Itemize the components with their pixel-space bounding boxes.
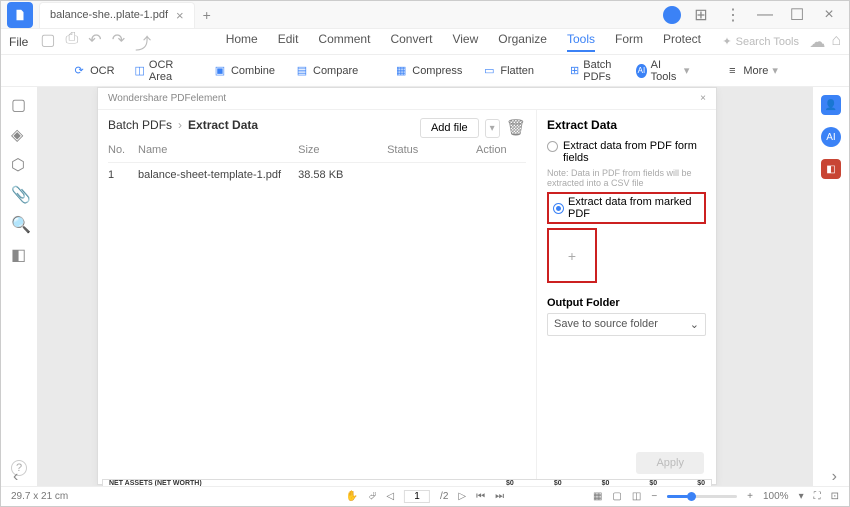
add-tab-button[interactable]: + bbox=[203, 7, 211, 23]
zoom-slider[interactable] bbox=[667, 495, 737, 498]
tab-title: balance-she..plate-1.pdf bbox=[50, 9, 168, 21]
cloud-icon[interactable]: ☁ bbox=[809, 32, 825, 52]
add-file-dropdown-icon[interactable]: ▾ bbox=[485, 119, 500, 138]
fit-width-icon[interactable]: ⛶ bbox=[814, 491, 821, 502]
bookmarks-icon[interactable]: ◈ bbox=[11, 125, 27, 141]
save-icon[interactable]: ▢ bbox=[40, 30, 55, 54]
compare-button[interactable]: ▤Compare bbox=[289, 62, 364, 80]
page-number-input[interactable] bbox=[404, 490, 430, 503]
ai-tools-button[interactable]: AIAI Tools▾ bbox=[630, 57, 695, 85]
document-tab[interactable]: balance-she..plate-1.pdf × bbox=[39, 2, 195, 28]
page-dimensions: 29.7 x 21 cm bbox=[11, 491, 68, 502]
tab-edit[interactable]: Edit bbox=[278, 32, 299, 52]
hand-tool-icon[interactable]: ✋ bbox=[346, 491, 358, 502]
close-window-icon[interactable]: × bbox=[817, 3, 841, 27]
panel-app-name: Wondershare PDFelement bbox=[108, 93, 226, 104]
chevron-down-icon: ⌄ bbox=[690, 318, 699, 331]
add-marked-area-button[interactable]: + bbox=[547, 228, 597, 283]
next-page-arrow-icon[interactable]: › bbox=[832, 468, 837, 486]
maximize-icon[interactable]: ☐ bbox=[785, 3, 809, 27]
tab-tools[interactable]: Tools bbox=[567, 32, 595, 52]
attachments-icon[interactable]: 📎 bbox=[11, 185, 27, 201]
prev-page-arrow-icon[interactable]: ‹ bbox=[13, 468, 18, 486]
print-icon[interactable]: ⎙ bbox=[65, 30, 78, 54]
select-tool-icon[interactable]: ⮰ bbox=[368, 491, 376, 502]
view-mode-2-icon[interactable]: ▢ bbox=[612, 491, 621, 502]
user-avatar[interactable] bbox=[663, 6, 681, 24]
ocr-area-button[interactable]: ◫OCR Area bbox=[129, 57, 183, 85]
extract-section-title: Extract Data bbox=[547, 118, 706, 132]
zoom-out-icon[interactable]: − bbox=[651, 491, 657, 502]
undo-icon[interactable]: ↶ bbox=[88, 30, 101, 54]
tab-convert[interactable]: Convert bbox=[390, 32, 432, 52]
thumbnails-icon[interactable]: ▢ bbox=[11, 95, 27, 111]
layers-icon[interactable]: ◧ bbox=[11, 245, 27, 261]
right-rail-badge-2[interactable]: ◧ bbox=[821, 159, 841, 179]
window-extra-icon[interactable]: ⊞ bbox=[689, 3, 713, 27]
right-rail-badge-1[interactable]: 👤 bbox=[821, 95, 841, 115]
option-marked-pdf[interactable]: Extract data from marked PDF bbox=[547, 192, 706, 224]
tab-form[interactable]: Form bbox=[615, 32, 643, 52]
radio-checked-icon bbox=[553, 203, 564, 214]
search-tools[interactable]: ✦ Search Tools bbox=[722, 35, 799, 48]
breadcrumb-root[interactable]: Batch PDFs bbox=[108, 118, 172, 132]
share-icon[interactable]: ⤴ bbox=[135, 30, 151, 54]
flatten-button[interactable]: ▭Flatten bbox=[476, 62, 540, 80]
minimize-icon[interactable]: — bbox=[753, 3, 777, 27]
kebab-menu-icon[interactable]: ⋮ bbox=[721, 3, 745, 27]
app-logo bbox=[7, 2, 33, 28]
close-tab-icon[interactable]: × bbox=[176, 8, 184, 23]
radio-icon bbox=[547, 141, 558, 152]
more-button[interactable]: ≡More▾ bbox=[719, 62, 784, 80]
combine-button[interactable]: ▣Combine bbox=[207, 62, 281, 80]
page-total: /2 bbox=[440, 491, 448, 502]
table-header: No. Name Size Status Action bbox=[108, 138, 526, 163]
tab-organize[interactable]: Organize bbox=[498, 32, 547, 52]
option-form-fields[interactable]: Extract data from PDF form fields bbox=[547, 140, 706, 164]
tab-view[interactable]: View bbox=[452, 32, 478, 52]
ocr-button[interactable]: ⟳OCR bbox=[66, 62, 120, 80]
view-mode-3-icon[interactable]: ◫ bbox=[632, 491, 641, 502]
redo-icon[interactable]: ↷ bbox=[112, 30, 125, 54]
breadcrumb: Batch PDFs › Extract Data bbox=[108, 118, 258, 132]
security-icon[interactable]: ⬡ bbox=[11, 155, 27, 171]
panel-close-icon[interactable]: × bbox=[700, 93, 706, 104]
tab-comment[interactable]: Comment bbox=[318, 32, 370, 52]
search-icon[interactable]: 🔍 bbox=[11, 215, 27, 231]
right-rail-ai-icon[interactable]: AI bbox=[821, 127, 841, 147]
view-mode-1-icon[interactable]: ▦ bbox=[593, 491, 602, 502]
file-menu[interactable]: File bbox=[9, 35, 28, 49]
output-folder-dropdown[interactable]: Save to source folder ⌄ bbox=[547, 313, 706, 336]
delete-icon[interactable]: 🗑 bbox=[506, 118, 526, 138]
first-page-icon[interactable]: ⏮ bbox=[476, 491, 485, 502]
batch-pdfs-button[interactable]: ⊞Batch PDFs bbox=[564, 57, 622, 85]
next-page-icon[interactable]: ▷ bbox=[458, 491, 466, 502]
output-folder-label: Output Folder bbox=[547, 297, 706, 309]
tab-home[interactable]: Home bbox=[226, 32, 258, 52]
home-icon[interactable]: ⌂ bbox=[831, 32, 841, 52]
note-text: Note: Data in PDF from fields will be ex… bbox=[547, 168, 706, 188]
tab-protect[interactable]: Protect bbox=[663, 32, 701, 52]
last-page-icon[interactable]: ⏭ bbox=[495, 491, 504, 502]
zoom-in-icon[interactable]: + bbox=[747, 491, 753, 502]
table-row[interactable]: 1 balance-sheet-template-1.pdf 38.58 KB bbox=[108, 163, 526, 187]
zoom-level: 100% bbox=[763, 491, 789, 502]
batch-extract-panel: Wondershare PDFelement × Batch PDFs › Ex… bbox=[97, 87, 717, 485]
prev-page-icon[interactable]: ◁ bbox=[386, 491, 394, 502]
zoom-dropdown-icon[interactable]: ▾ bbox=[799, 491, 804, 502]
fullscreen-icon[interactable]: ⊡ bbox=[831, 491, 839, 502]
add-file-button[interactable]: Add file bbox=[420, 118, 479, 138]
magic-wand-icon: ✦ bbox=[722, 35, 731, 48]
compress-button[interactable]: ▦Compress bbox=[388, 62, 468, 80]
breadcrumb-current: Extract Data bbox=[188, 118, 258, 132]
